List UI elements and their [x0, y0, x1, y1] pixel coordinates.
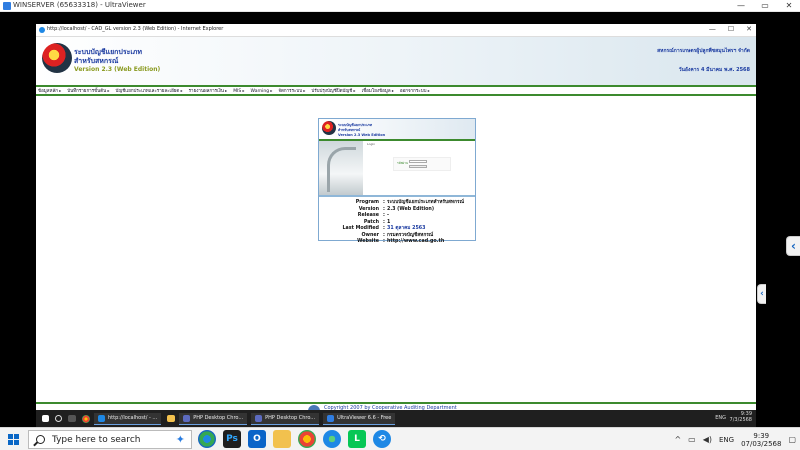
ie-window: http://localhost/ - CAD_GL version 2.3 (… [36, 24, 756, 422]
menu-logout[interactable]: ออกจากระบบ [400, 87, 430, 94]
info-row-website: Website: http://www.cad.go.th [357, 239, 445, 246]
remote-taskbar-app-ultraviewer[interactable]: UltraViewer 6.6 - Free [323, 412, 396, 425]
input-language[interactable]: ENG [719, 436, 734, 444]
remote-desktop-area[interactable]: http://localhost/ - CAD_GL version 2.3 (… [0, 12, 800, 427]
main-menu: ข้อมูลหลัก บันทึกรายการขั้นต้น บัญชีแยกป… [36, 85, 756, 96]
edge-browser-icon[interactable] [323, 430, 341, 448]
current-date: วันอังคาร 4 มีนาคม พ.ศ. 2568 [678, 67, 750, 73]
remote-search-icon[interactable] [55, 415, 62, 422]
splash-bottom-bar [319, 195, 475, 197]
menu-closing[interactable]: ปรับปรุงบัญชีปิดบัญชี [311, 87, 355, 94]
login-button[interactable] [409, 165, 427, 168]
remote-clock[interactable]: 9:39 7/3/2568 [730, 411, 752, 423]
ultraviewer-icon [327, 414, 335, 422]
splash-logo-icon [322, 121, 336, 135]
system-tray: ^ ▭ ◀) ENG 9:39 07/03/2568 ▢ [674, 430, 796, 449]
ie-close-button[interactable]: ✕ [746, 25, 752, 33]
remote-side-panel-toggle-icon[interactable]: ‹ [757, 284, 766, 304]
menu-ledger[interactable]: บัญชีแยกประเภทและรายละเอียด [116, 87, 183, 94]
splash-logo-line3: Version 2.3 Web Edition [338, 133, 386, 137]
ie-titlebar: http://localhost/ - CAD_GL version 2.3 (… [36, 24, 756, 37]
search-input[interactable]: Type here to search [52, 435, 140, 445]
taskbar-search[interactable]: Type here to search ✦ [28, 430, 192, 449]
close-button[interactable]: ✕ [782, 0, 796, 12]
ie-icon [98, 414, 105, 422]
menu-system-admin[interactable]: จัดการระบบ [278, 87, 305, 94]
ie-app-icon [39, 27, 45, 33]
ultraviewer-window-title: WINSERVER (65633318) - UltraViewer [13, 1, 146, 9]
remote-taskview-icon[interactable] [68, 415, 76, 422]
menu-warning[interactable]: Warning [251, 88, 273, 94]
taskbar-clock[interactable]: 9:39 07/03/2568 [741, 432, 781, 448]
ultraviewer-app-icon [3, 2, 11, 10]
system-version: Version 2.3 (Web Edition) [74, 66, 161, 73]
cad-logo-icon [42, 43, 72, 73]
ultraviewer-titlebar: WINSERVER (65633318) - UltraViewer — ▭ ✕ [0, 0, 800, 12]
ie-maximize-button[interactable]: ☐ [728, 25, 734, 33]
outlook-icon[interactable]: O [248, 430, 266, 448]
php-desktop-icon [255, 414, 263, 422]
ie-window-title: http://localhost/ - CAD_GL version 2.3 (… [47, 26, 224, 32]
organization-name: สหกรณ์การเกษตรผู้ปลูกพืชสมุนไพรฯ จำกัด [657, 48, 750, 54]
remote-taskbar-app-php2[interactable]: PHP Desktop Chro... [251, 412, 320, 425]
splash-header: ระบบบัญชีแยกประเภท สำหรับสหกรณ์ Version … [319, 119, 475, 139]
page-content: ระบบบัญชีแยกประเภท สำหรับสหกรณ์ Version … [36, 37, 756, 422]
password-label: รหัสผ่าน [397, 161, 408, 165]
version-value: 2.3 (Web Edition) [387, 206, 435, 212]
network-icon[interactable]: ▭ [688, 435, 696, 444]
remote-taskbar: http://localhost/ - ... PHP Desktop Chro… [36, 410, 756, 427]
menu-financial-reports[interactable]: รายงานผลการเงิน [189, 87, 228, 94]
search-highlight-icon: ✦ [175, 433, 185, 446]
maximize-button[interactable]: ▭ [758, 0, 772, 12]
website-link[interactable]: http://www.cad.go.th [387, 239, 444, 246]
remote-folder-icon[interactable] [167, 415, 176, 422]
remote-chrome-icon[interactable] [82, 414, 90, 423]
login-label: Login [367, 142, 376, 146]
password-input[interactable] [409, 160, 427, 163]
remote-taskbar-app-php1[interactable]: PHP Desktop Chro... [179, 412, 248, 425]
search-icon [36, 435, 45, 444]
ie-minimize-button[interactable]: — [709, 25, 716, 33]
notifications-icon[interactable]: ▢ [788, 435, 796, 444]
photoshop-icon[interactable]: Ps [223, 430, 241, 448]
start-button[interactable] [8, 434, 19, 445]
about-splash-card: ระบบบัญชีแยกประเภท สำหรับสหกรณ์ Version … [318, 118, 476, 244]
header-banner: ระบบบัญชีแยกประเภท สำหรับสหกรณ์ Version … [36, 37, 756, 85]
file-explorer-icon[interactable] [273, 430, 291, 448]
edge-icon[interactable] [198, 430, 216, 448]
menu-master-data[interactable]: ข้อมูลหลัก [38, 87, 61, 94]
remote-tray-lang[interactable]: ENG [715, 415, 726, 421]
remote-taskbar-app-ie[interactable]: http://localhost/ - ... [94, 412, 162, 425]
splash-picture [319, 141, 363, 196]
show-hidden-icons-icon[interactable]: ^ [674, 435, 681, 444]
menu-mis[interactable]: MIS [233, 88, 244, 94]
windows-taskbar: Type here to search ✦ Ps O L ⟲ ^ ▭ ◀) EN… [0, 427, 800, 450]
menu-journal-entry[interactable]: บันทึกรายการขั้นต้น [67, 87, 109, 94]
php-desktop-icon [183, 414, 191, 422]
menu-data-link[interactable]: เชื่อมโยงข้อมูล [362, 87, 394, 94]
program-info: Program: ระบบบัญชีแยกประเภทสำหรับสหกรณ์ … [319, 200, 475, 246]
footer-divider [36, 402, 756, 404]
line-icon[interactable]: L [348, 430, 366, 448]
volume-icon[interactable]: ◀) [703, 435, 712, 444]
ultraviewer-taskbar-icon[interactable]: ⟲ [373, 430, 391, 448]
minimize-button[interactable]: — [734, 0, 748, 12]
chrome-icon[interactable] [298, 430, 316, 448]
remote-start-icon[interactable] [42, 415, 49, 422]
side-panel-toggle-icon[interactable]: ‹ [786, 236, 800, 256]
